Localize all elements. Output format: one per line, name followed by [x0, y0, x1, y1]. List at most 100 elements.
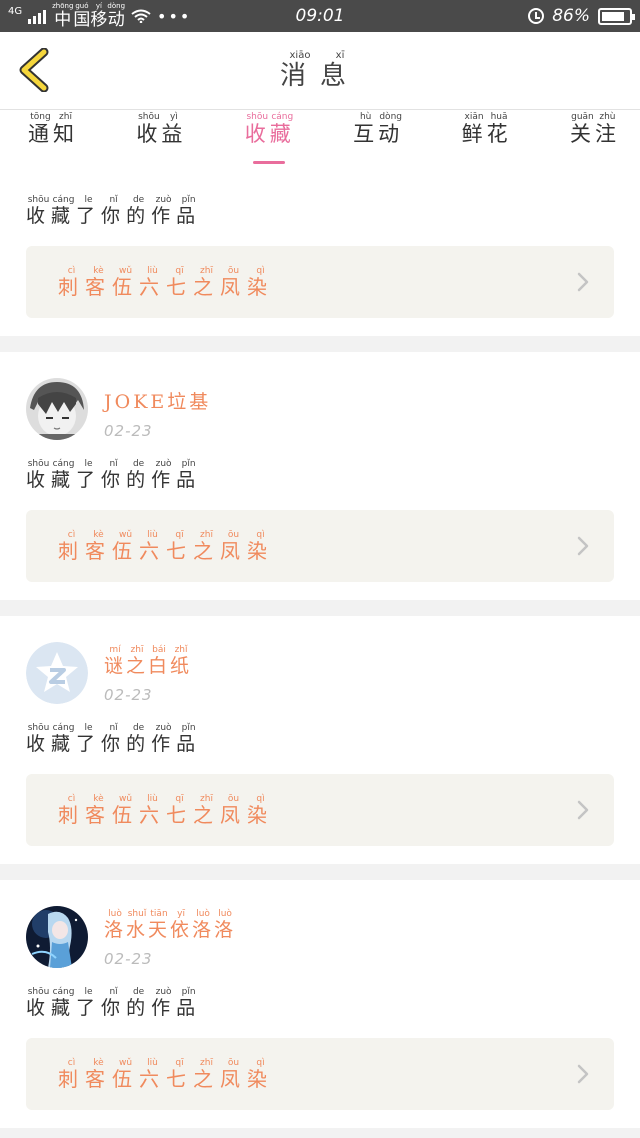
ruby-char: 染qì — [247, 529, 274, 563]
ruby-char: 藏cáng — [269, 112, 295, 146]
ruby-char: 你nǐ — [101, 195, 127, 227]
ruby-char: 注zhù — [594, 112, 620, 146]
wifi-icon — [131, 9, 151, 23]
back-button[interactable] — [14, 47, 54, 93]
ruby-char: 动dòng — [378, 112, 404, 146]
ruby-char: 伍wǔ — [112, 793, 139, 827]
card-divider — [0, 864, 640, 880]
work-title: 刺cì客kè伍wǔ六liù七qī之zhī凤ōu染qì — [58, 793, 274, 828]
ruby-char: 刺cì — [58, 265, 85, 299]
notification-date: 02-23 — [104, 950, 153, 968]
work-link[interactable]: 刺cì客kè伍wǔ六liù七qī之zhī凤ōu染qì — [26, 246, 614, 318]
ruby-char: 依yī — [170, 909, 193, 941]
ruby-char: 凤ōu — [220, 1057, 247, 1091]
ruby-char: 收shōu — [26, 459, 52, 491]
ruby-char: 作zuò — [151, 459, 177, 491]
user-row: 谜mí之zhī白bái纸zhǐ 02-23 — [26, 616, 614, 712]
avatar[interactable] — [26, 642, 88, 704]
ruby-char: 收shōu — [244, 112, 270, 146]
ruby-char: 了le — [76, 459, 102, 491]
notification-card: 谜mí之zhī白bái纸zhǐ 02-23 收shōu藏cáng了le你nǐ的d… — [0, 616, 640, 864]
ruby-char: 凤ōu — [220, 265, 247, 299]
alarm-icon — [528, 8, 545, 24]
ruby-char: 了le — [76, 723, 102, 755]
ruby-char: 知zhī — [53, 112, 78, 146]
ruby-char: 藏cáng — [51, 723, 77, 755]
ruby-char: 七qī — [166, 529, 193, 563]
chevron-right-icon — [577, 536, 589, 556]
notification-list: 收shōu藏cáng了le你nǐ的de作zuò品pǐn 刺cì客kè伍wǔ六li… — [0, 166, 640, 1138]
ruby-char: 花huā — [486, 112, 512, 146]
ruby-char: 品pǐn — [176, 987, 202, 1019]
chevron-right-icon — [577, 800, 589, 820]
work-link[interactable]: 刺cì客kè伍wǔ六liù七qī之zhī凤ōu染qì — [26, 774, 614, 846]
chevron-right-icon — [577, 1064, 589, 1084]
tab-label: 互hù动dòng — [353, 112, 404, 146]
ruby-char: 收shōu — [26, 723, 52, 755]
tab-label: 收shōu藏cáng — [244, 112, 295, 146]
username[interactable]: 谜mí之zhī白bái纸zhǐ — [104, 644, 192, 678]
tab-label: 收shōu益yì — [136, 112, 187, 146]
work-link[interactable]: 刺cì客kè伍wǔ六liù七qī之zhī凤ōu染qì — [26, 510, 614, 582]
notification-date: 02-23 — [104, 686, 153, 704]
ruby-char: 移yí — [90, 2, 108, 30]
ruby-char: 之zhī — [193, 793, 220, 827]
active-tab-indicator — [252, 161, 285, 164]
avatar[interactable] — [26, 378, 88, 440]
ruby-char: 藏cáng — [51, 195, 77, 227]
avatar[interactable] — [26, 906, 88, 968]
user-row: 洛luò水shuǐ天tiān依yī洛luò洛luò 02-23 — [26, 880, 614, 976]
tab-favorites[interactable]: 收shōu藏cáng — [245, 110, 295, 166]
tab-label: 通tōng知zhī — [28, 112, 78, 146]
ruby-char: 伍wǔ — [112, 529, 139, 563]
notification-date: 02-23 — [104, 422, 153, 440]
notification-card: 收shōu藏cáng了le你nǐ的de作zuò品pǐn 刺cì客kè伍wǔ六li… — [0, 166, 640, 336]
tab-notice[interactable]: 通tōng知zhī — [28, 110, 78, 166]
tab-follow[interactable]: 关guān注zhù — [570, 110, 620, 166]
ruby-char: 了le — [76, 987, 102, 1019]
ruby-char: 你nǐ — [101, 723, 127, 755]
battery-percent: 86% — [552, 6, 590, 26]
ruby-char: 七qī — [166, 793, 193, 827]
card-divider — [0, 600, 640, 616]
ruby-char: 收shōu — [26, 195, 52, 227]
tab-interaction[interactable]: 互hù动dòng — [353, 110, 403, 166]
ruby-char: 凤ōu — [220, 529, 247, 563]
ruby-char: 白bái — [148, 645, 171, 677]
chevron-left-icon — [19, 47, 49, 93]
ruby-char: 收shōu — [26, 987, 52, 1019]
tab-bar: 通tōng知zhī 收shōu益yì 收shōu藏cáng 互hù动dòng 鲜xiān… — [0, 110, 640, 166]
work-link[interactable]: 刺cì客kè伍wǔ六liù七qī之zhī凤ōu染qì — [26, 1038, 614, 1110]
ruby-char: 六liù — [139, 529, 166, 563]
ruby-char: 刺cì — [58, 793, 85, 827]
chevron-right-icon — [577, 272, 589, 292]
ruby-char: 染qì — [247, 265, 274, 299]
username[interactable]: JOKE垃基 — [104, 380, 211, 414]
ruby-char: 益yì — [161, 112, 187, 146]
user-row: JOKE垃基 02-23 — [26, 352, 614, 448]
battery-level — [602, 11, 625, 21]
ruby-char: 客kè — [85, 1057, 112, 1091]
tab-earnings[interactable]: 收shōu益yì — [136, 110, 186, 166]
ruby-char: 中zhōng — [52, 2, 74, 30]
notification-card: JOKE垃基 02-23 收shōu藏cáng了le你nǐ的de作zuò品pǐn… — [0, 352, 640, 600]
ruby-char: 收shōu — [136, 112, 162, 146]
ruby-char: 之zhī — [193, 529, 220, 563]
username[interactable]: 洛luò水shuǐ天tiān依yī洛luò洛luò — [104, 908, 236, 942]
tab-label: 关guān注zhù — [570, 112, 620, 146]
more-notifications-dots: ••• — [157, 6, 192, 26]
carrier-name: 中zhōng国guó移yí动dòng — [52, 2, 125, 30]
battery-icon — [598, 7, 635, 25]
signal-icon — [28, 8, 47, 24]
ruby-char: 刺cì — [58, 529, 85, 563]
ruby-char: 作zuò — [151, 987, 177, 1019]
ruby-char: 客kè — [85, 529, 112, 563]
ruby-char: 了le — [76, 195, 102, 227]
ruby-char: 客kè — [85, 793, 112, 827]
work-title: 刺cì客kè伍wǔ六liù七qī之zhī凤ōu染qì — [58, 529, 274, 564]
card-divider — [0, 1128, 640, 1138]
ruby-char: 鲜xiān — [461, 112, 487, 146]
ruby-char: 品pǐn — [176, 195, 202, 227]
tab-flowers[interactable]: 鲜xiān花huā — [462, 110, 512, 166]
ruby-char: 六liù — [139, 793, 166, 827]
